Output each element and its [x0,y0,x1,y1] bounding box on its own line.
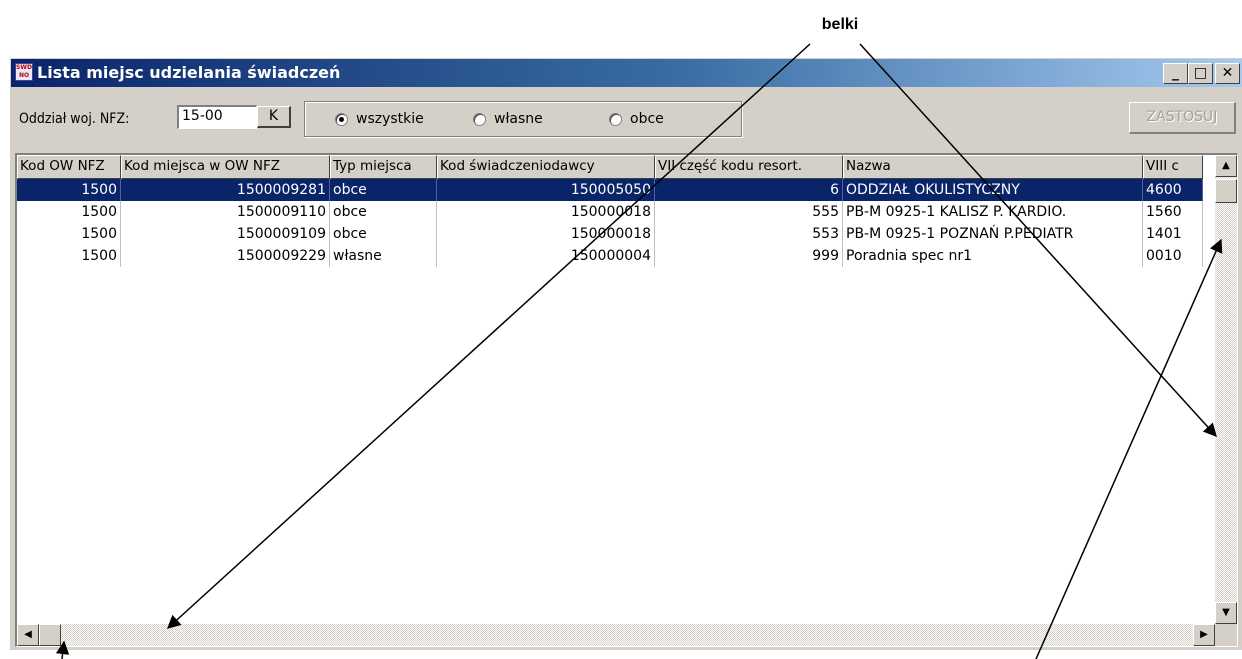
cell: 999 [655,245,843,267]
column-header[interactable]: Typ miejsca [330,155,437,179]
scroll-up-button[interactable]: ▲ [1215,155,1237,177]
cell: 553 [655,223,843,245]
cell: 1500009281 [121,179,330,201]
radio-label: obce [630,111,664,127]
radio-dot-icon [609,112,622,126]
close-button[interactable]: ✕ [1215,63,1240,84]
cell: 1500 [17,179,121,201]
table-row[interactable]: 1500 1500009110 obce 150000018 555 PB-M … [17,201,1203,223]
column-header[interactable]: Kod OW NFZ [17,155,121,179]
grid-rows: 1500 1500009281 obce 150005050 6 ODDZIAŁ… [17,179,1203,267]
window-title: Lista miejsc udzielania świadczeń [37,63,341,82]
horizontal-scrollbar[interactable]: ◀ ▶ [17,624,1215,646]
radio-dot-icon [335,112,348,126]
cell: PB-M 0925-1 POZNAŃ P.PEDIATR [843,223,1143,245]
column-header[interactable]: VII część kodu resort. [655,155,843,179]
cell: obce [330,201,437,223]
cell: 1500009229 [121,245,330,267]
cell: 150000004 [437,245,655,267]
radio-wszystkie[interactable]: wszystkie [335,111,424,127]
cell: 150005050 [437,179,655,201]
cell: PB-M 0925-1 KALISZ P. KARDIO. [843,201,1143,223]
column-header[interactable]: Nazwa [843,155,1143,179]
title-bar[interactable]: SWD NO Lista miejsc udzielania świadczeń… [11,59,1242,87]
vertical-scrollbar[interactable]: ▲ ▼ [1215,155,1237,624]
cell: 1500009109 [121,223,330,245]
cell: 4600 [1143,179,1203,201]
vertical-scroll-thumb[interactable] [1215,179,1237,203]
radio-label: wszystkie [356,111,424,127]
data-grid[interactable]: Kod OW NFZ Kod miejsca w OW NFZ Typ miej… [15,153,1238,647]
cell: 1500 [17,201,121,223]
cell: obce [330,223,437,245]
cell: własne [330,245,437,267]
cell: 6 [655,179,843,201]
cell: Poradnia spec nr1 [843,245,1143,267]
scroll-left-button[interactable]: ◀ [17,624,39,646]
annotation-label: belki [821,16,859,33]
dialog-window: SWD NO Lista miejsc udzielania świadczeń… [10,58,1242,650]
horizontal-scroll-thumb[interactable] [39,624,61,646]
column-header[interactable]: VIII c [1143,155,1203,179]
radio-group-type: wszystkie własne obce [304,101,742,137]
cell: 1500009110 [121,201,330,223]
apply-button[interactable]: ZASTOSUJ [1129,102,1236,134]
cell: obce [330,179,437,201]
radio-wlasne[interactable]: własne [473,111,543,127]
cell: 150000018 [437,223,655,245]
filter-bar: Oddział woj. NFZ: 15-00 K wszystkie włas… [11,87,1242,139]
cell: 0010 [1143,245,1203,267]
cell: 555 [655,201,843,223]
radio-obce[interactable]: obce [609,111,664,127]
scroll-down-button[interactable]: ▼ [1215,602,1237,624]
radio-dot-icon [473,112,486,126]
k-button[interactable]: K [257,106,291,128]
radio-label: własne [494,111,543,127]
oddzial-label: Oddział woj. NFZ: [19,111,130,127]
app-icon: SWD NO [15,63,33,81]
maximize-button[interactable]: □ [1188,63,1213,84]
cell: 1401 [1143,223,1203,245]
cell: ODDZIAŁ OKULISTYCZNY [843,179,1143,201]
table-row[interactable]: 1500 1500009281 obce 150005050 6 ODDZIAŁ… [17,179,1203,201]
scroll-corner [1215,624,1237,646]
cell: 1500 [17,245,121,267]
table-row[interactable]: 1500 1500009229 własne 150000004 999 Por… [17,245,1203,267]
column-header[interactable]: Kod świadczeniodawcy [437,155,655,179]
minimize-button[interactable]: _ [1163,63,1188,84]
column-header[interactable]: Kod miejsca w OW NFZ [121,155,330,179]
scroll-right-button[interactable]: ▶ [1193,624,1215,646]
table-row[interactable]: 1500 1500009109 obce 150000018 553 PB-M … [17,223,1203,245]
cell: 1500 [17,223,121,245]
cell: 1560 [1143,201,1203,223]
grid-header: Kod OW NFZ Kod miejsca w OW NFZ Typ miej… [17,155,1203,179]
oddzial-input[interactable]: 15-00 [177,105,257,129]
cell: 150000018 [437,201,655,223]
